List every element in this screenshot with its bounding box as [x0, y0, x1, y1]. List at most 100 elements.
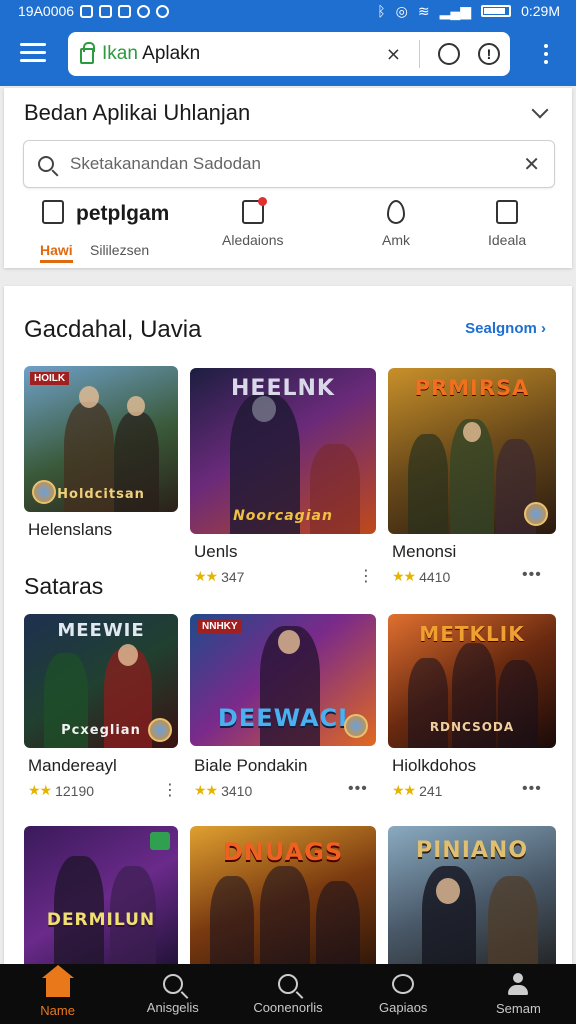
game-logo: PRMIRSA [414, 376, 530, 400]
battery-icon [481, 5, 512, 17]
clear-url-icon[interactable]: ⨯ [386, 44, 401, 65]
game-logo: MEEWIE [57, 620, 145, 641]
star-icon: ★★ [392, 568, 416, 584]
app-rating: ★★ 4410 [392, 568, 451, 585]
app-tile-9[interactable]: PINIANO [388, 826, 556, 976]
app-name[interactable]: Mandereayl [28, 756, 117, 776]
app-rating: ★★ 12190 [28, 782, 95, 799]
section-title: Gacdahal, Uavia [24, 316, 202, 343]
search-card: Bedan Aplikai Uhlanjan Sketakanandan Sad… [4, 88, 572, 268]
category-label: Amk [382, 232, 410, 248]
app-tile-7[interactable]: DERMILUN [24, 826, 178, 976]
game-sublogo: Noorcagian [233, 508, 333, 524]
search-icon [278, 973, 298, 994]
bottom-nav: Name Anisgelis Coonenorlis Gapiaos Semam [0, 964, 576, 1024]
more-options-icon[interactable] [544, 44, 548, 68]
game-badge-icon [148, 718, 172, 742]
url-field[interactable]: Ikan Aplakn ⨯ ! [68, 32, 510, 76]
game-logo: DERMILUN [46, 910, 156, 930]
category-title: petplgam [76, 202, 170, 225]
game-sublogo: RDNCSODA [429, 720, 515, 734]
nav-search[interactable]: Anisgelis [115, 964, 230, 1024]
more-icon[interactable]: ⋮ [358, 566, 375, 586]
wifi-icon: ≋ [417, 2, 430, 19]
signal-icon: ▂▄▆ [439, 2, 472, 19]
chevron-down-icon[interactable] [531, 101, 549, 119]
game-tag-icon [150, 832, 170, 850]
nav-label: Name [40, 1002, 75, 1018]
game-logo: DNUAGS [222, 838, 344, 866]
notification-icon [156, 4, 170, 18]
game-tag: HOILK [30, 372, 70, 385]
game-badge-icon [524, 502, 548, 526]
nav-explore[interactable]: Coonenorlis [230, 964, 345, 1024]
app-tile-8[interactable]: DNUAGS [190, 826, 376, 976]
person-icon [507, 972, 529, 995]
menu-icon[interactable] [20, 43, 46, 65]
more-icon[interactable]: ⋮ [162, 780, 179, 800]
category-label: Ideala [488, 232, 527, 248]
chat-icon [392, 973, 415, 994]
info-icon[interactable]: ! [478, 43, 500, 65]
search-icon [162, 973, 183, 994]
category-3[interactable]: Ideala [488, 200, 526, 248]
clear-search-icon[interactable]: ✕ [523, 152, 540, 177]
app-icon [118, 4, 132, 18]
nav-label: Coonenorlis [253, 999, 323, 1015]
more-icon[interactable]: ••• [348, 780, 368, 798]
category-label: Aledaions [222, 232, 284, 248]
section-title: Sataras [24, 573, 104, 599]
media-icon [496, 200, 519, 224]
game-badge-icon [32, 480, 56, 504]
more-icon[interactable]: ••• [522, 566, 542, 584]
category-bar: petplgam Hawi Sililezsen Aledaions Amk I… [4, 197, 572, 268]
app-tile-6[interactable]: METKLIK RDNCSODA [388, 614, 556, 748]
status-time: 0:29M [521, 3, 560, 19]
app-name[interactable]: Biale Pondakin [194, 756, 307, 776]
browser-bar: Ikan Aplakn ⨯ ! [0, 22, 576, 86]
game-logo: METKLIK [419, 622, 525, 646]
nav-profile[interactable]: Semam [461, 964, 576, 1024]
app-tile-1[interactable]: HOILK Holdcitsan [24, 366, 178, 512]
app-tile-4[interactable]: MEEWIE Pcxeglian [24, 614, 178, 748]
app-name[interactable]: Hiolkdohos [392, 756, 476, 776]
app-rating: ★★ 241 [392, 782, 443, 799]
app-name[interactable]: Uenls [194, 542, 237, 562]
drop-icon [387, 200, 405, 224]
image-icon [99, 4, 113, 18]
divider [419, 40, 420, 68]
game-badge-icon [344, 714, 368, 738]
tab-sub[interactable]: Sililezsen [90, 242, 149, 258]
category-2[interactable]: Amk [382, 200, 410, 248]
nav-home[interactable]: Name [0, 964, 115, 1024]
star-icon: ★★ [28, 782, 52, 798]
search-icon [38, 156, 54, 172]
category-1[interactable]: Aledaions [222, 197, 284, 248]
page-title: Bedan Aplikai Uhlanjan [24, 100, 251, 125]
app-name[interactable]: Helenslans [28, 520, 112, 540]
see-all-link[interactable]: Sealgnom › [465, 320, 546, 337]
category-home[interactable] [42, 200, 64, 224]
tab-active[interactable]: Hawi [40, 242, 73, 263]
game-tag: NNHKY [198, 620, 242, 633]
apps-card: Gacdahal, Uavia Sealgnom › HOILK Holdcit… [4, 286, 572, 976]
search-input[interactable]: Sketakanandan Sadodan ✕ [23, 140, 555, 188]
star-icon: ★★ [194, 568, 218, 584]
app-tile-3[interactable]: PRMIRSA [388, 368, 556, 534]
file-icon [42, 200, 64, 224]
nav-label: Semam [496, 1000, 541, 1016]
app-tile-5[interactable]: NNHKY DEEWACI [190, 614, 376, 746]
sync-icon [137, 4, 151, 18]
lock-icon [80, 42, 95, 64]
mail-icon [80, 4, 94, 18]
app-rating: ★★ 3410 [194, 782, 253, 799]
nav-messages[interactable]: Gapiaos [346, 964, 461, 1024]
app-tile-2[interactable]: HEELNK Noorcagian [190, 368, 376, 534]
alarm-icon: ◎ [395, 2, 408, 19]
bluetooth-icon: ᛒ [377, 3, 386, 19]
nav-label: Anisgelis [146, 999, 199, 1015]
shield-icon[interactable] [438, 43, 460, 65]
more-icon[interactable]: ••• [522, 780, 542, 798]
star-icon: ★★ [392, 782, 416, 798]
app-name[interactable]: Menonsi [392, 542, 456, 562]
